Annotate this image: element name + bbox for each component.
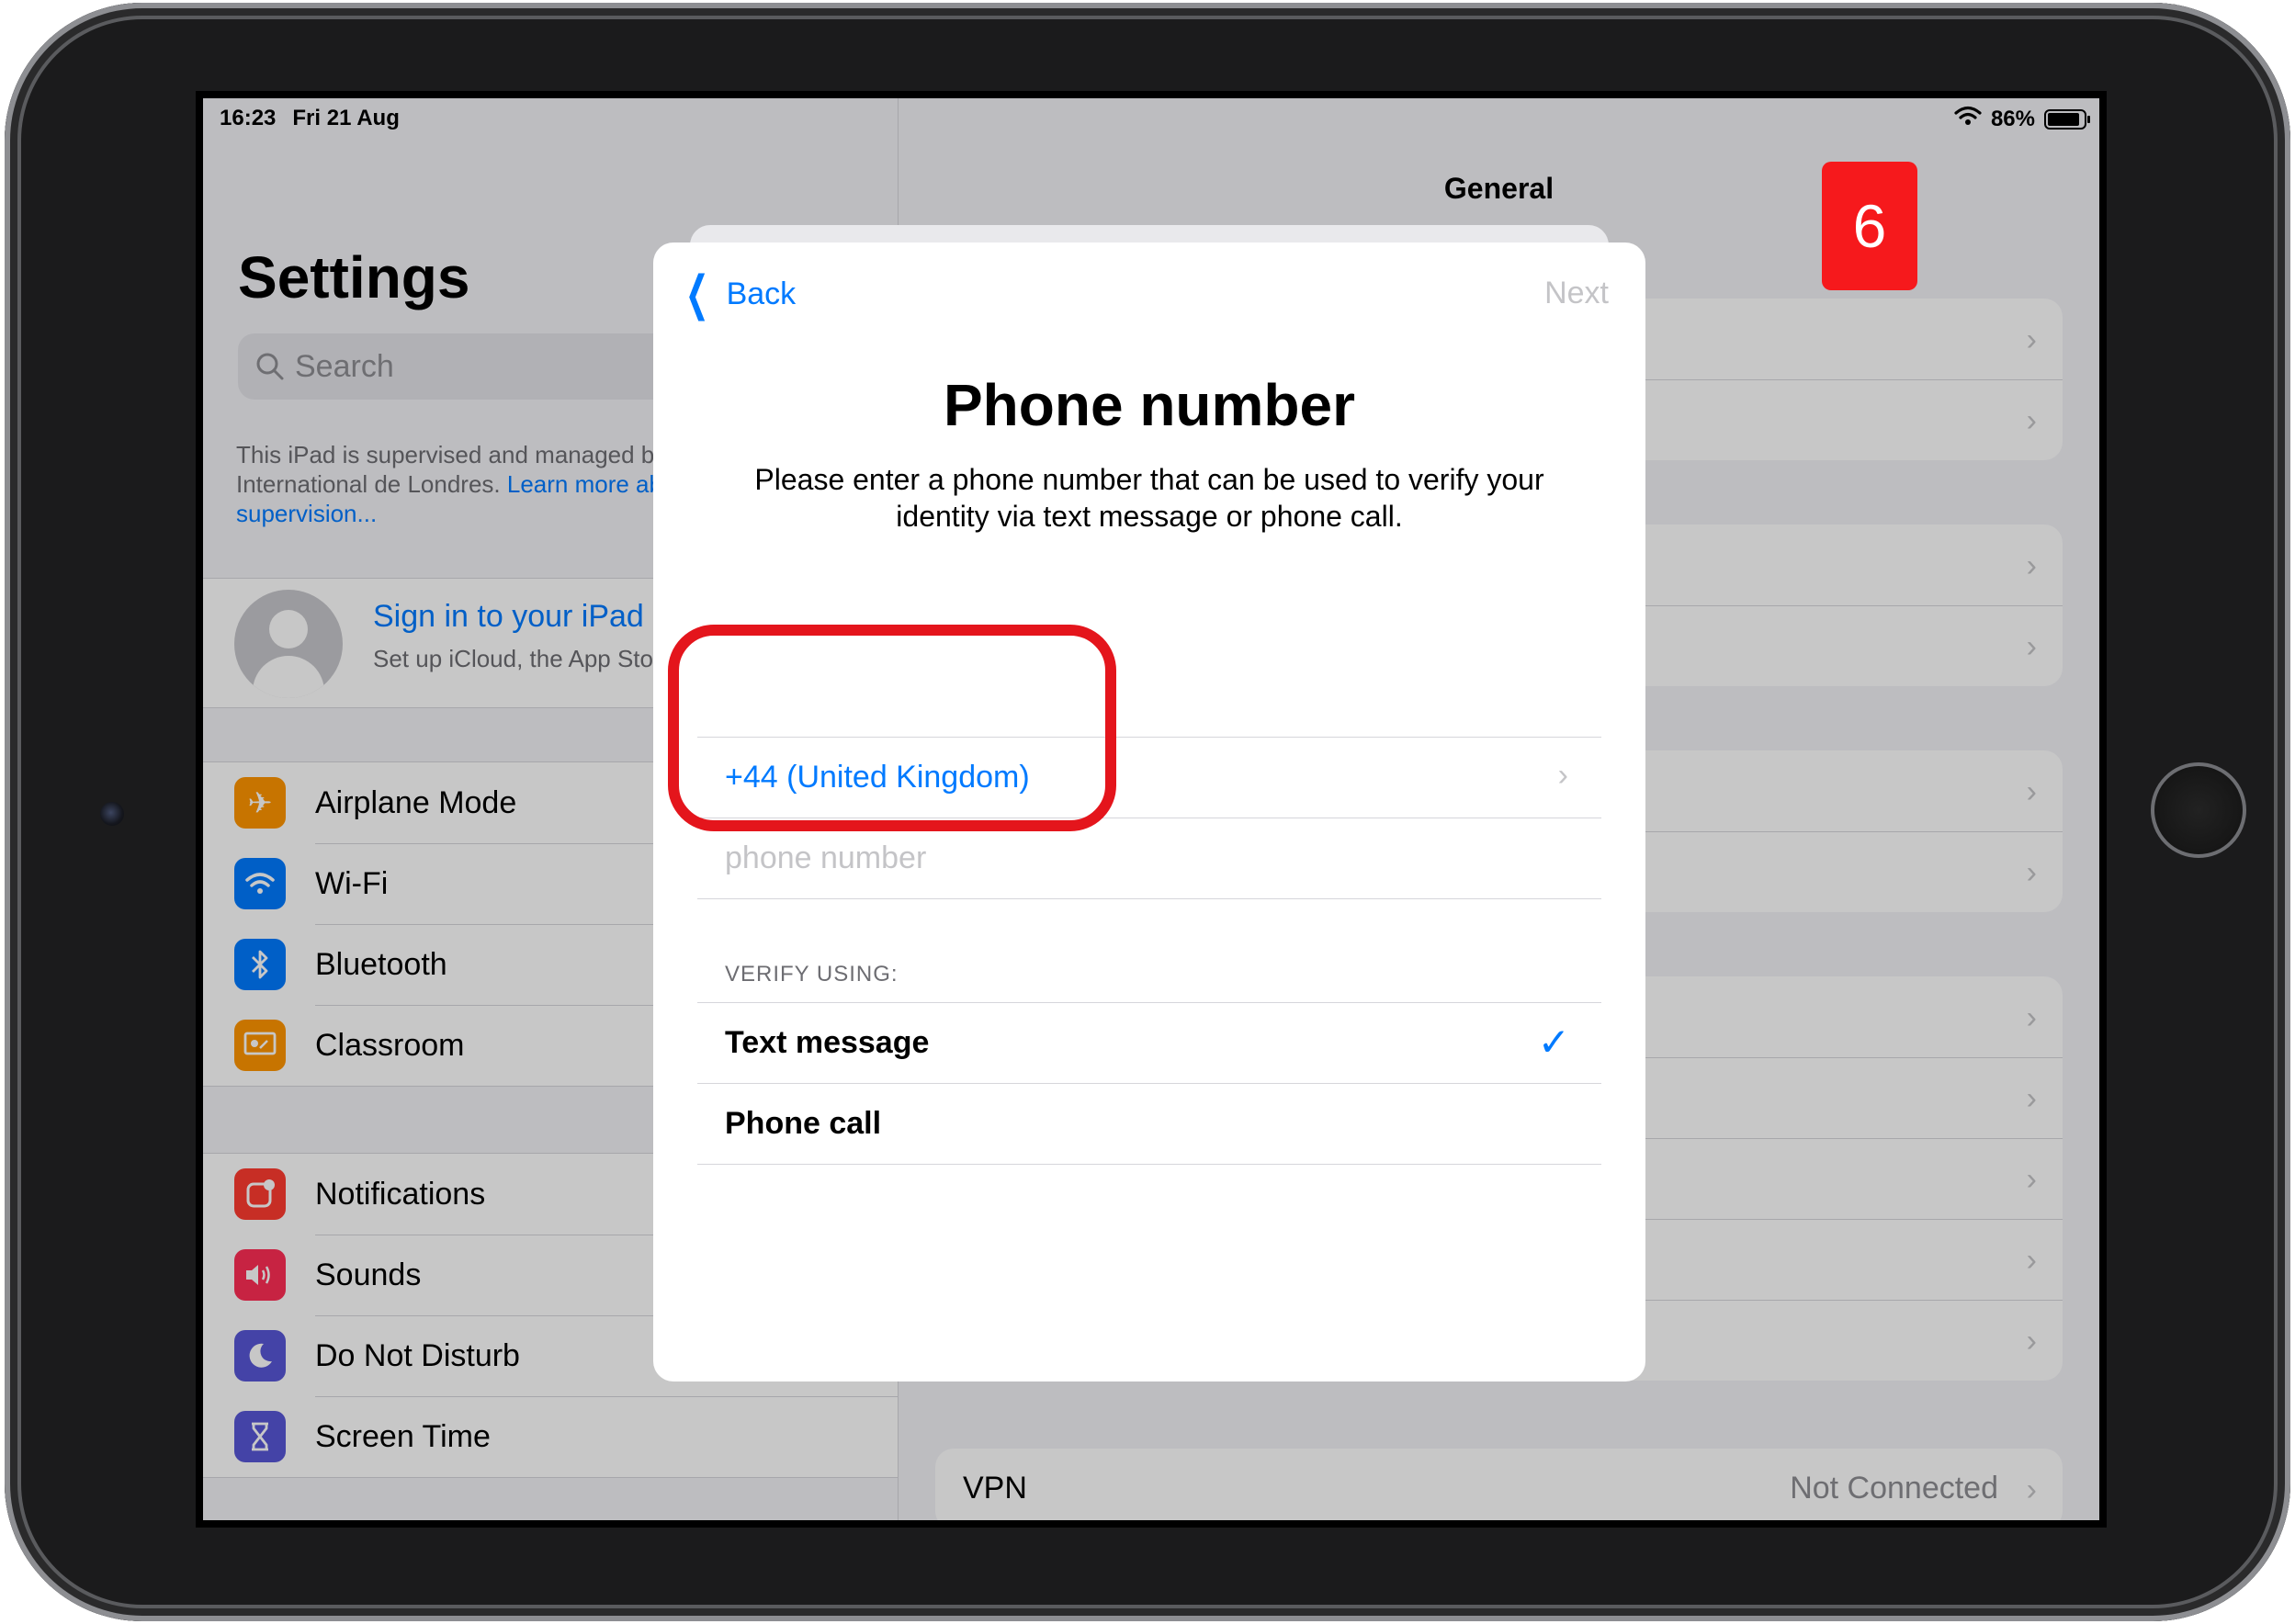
sheet-description: Please enter a phone number that can be … xyxy=(754,463,1544,533)
back-button[interactable]: ❮ Back xyxy=(677,270,796,318)
option-text-message[interactable]: Text message ✓ xyxy=(697,1002,1601,1083)
checkmark-icon: ✓ xyxy=(1537,1021,1570,1064)
ipad-screen: Settings Search This iPad is supervised … xyxy=(196,91,2107,1528)
verify-options: Text message ✓ Phone call xyxy=(697,1002,1601,1165)
next-button[interactable]: Next xyxy=(1544,276,1609,311)
front-camera xyxy=(100,802,124,826)
step-number-badge: 6 xyxy=(1822,162,1917,290)
option-label: Text message xyxy=(725,1025,930,1060)
chevron-left-icon: ❮ xyxy=(684,267,709,321)
option-phone-call[interactable]: Phone call xyxy=(697,1083,1601,1165)
highlight-annotation xyxy=(668,625,1116,831)
home-button[interactable] xyxy=(2151,762,2246,858)
option-label: Phone call xyxy=(725,1106,882,1141)
phone-number-input[interactable] xyxy=(725,831,1552,885)
chevron-right-icon: › xyxy=(1557,758,1568,793)
sheet-title: Phone number xyxy=(943,372,1356,438)
back-label: Back xyxy=(726,276,797,311)
verify-using-header: VERIFY USING: xyxy=(725,962,899,987)
